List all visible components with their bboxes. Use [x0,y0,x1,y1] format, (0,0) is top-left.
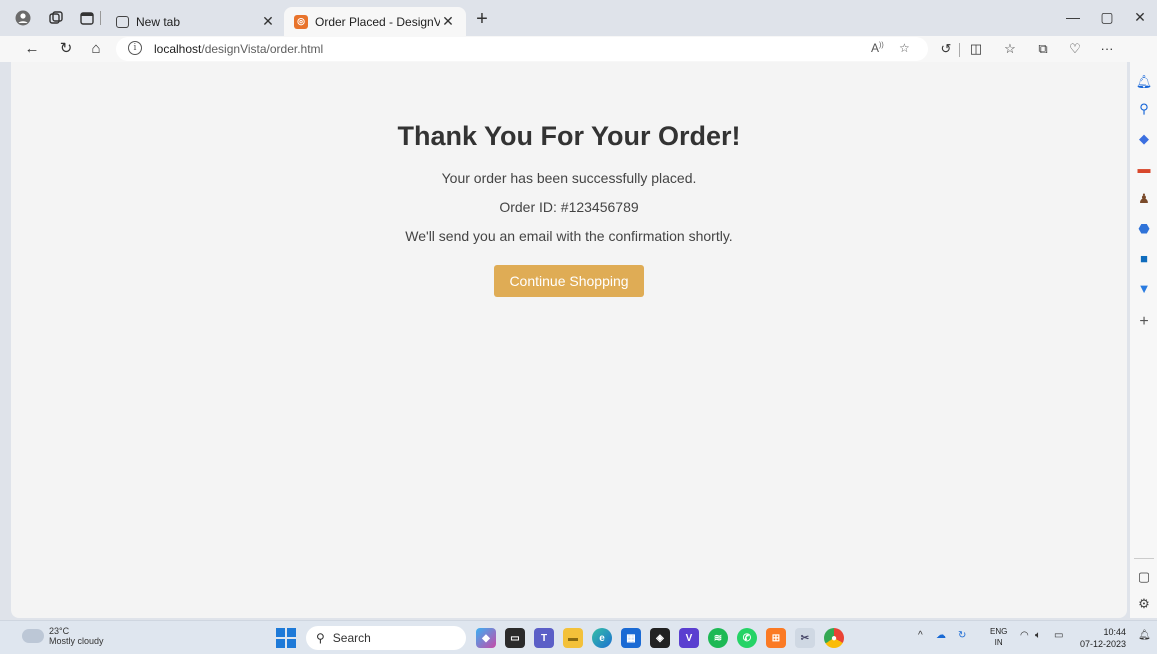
windows-start-icon[interactable] [276,628,296,648]
order-id: Order ID: #123456789 [499,199,639,215]
cloud-icon [19,625,44,643]
performance-icon[interactable]: ↺ [937,40,955,58]
add-icon[interactable]: + [1134,312,1154,332]
success-message: Your order has been successfully placed. [441,170,697,186]
search-label: Search [332,631,371,645]
file-explorer-icon[interactable]: ▬ [563,628,583,648]
onedrive-icon[interactable]: ☁ [936,630,946,641]
clock-date: 07-12-2023 [1080,639,1127,649]
close-icon[interactable]: ✕ [440,13,456,30]
settings-gear-icon[interactable]: ⚙ [1134,594,1154,614]
browser-toolbar: ← ↻ ⌂ i localhost/designVista/order.html… [0,36,1157,62]
close-icon[interactable]: ✕ [260,13,276,30]
xampp-icon[interactable]: ⊞ [766,628,786,648]
show-hidden-icons-icon[interactable]: ^ [918,630,923,641]
profile-icon[interactable] [14,9,32,27]
shopping-tag-icon[interactable]: ◆ [1134,129,1154,149]
region: IN [994,638,1003,647]
volume-icon[interactable]: 🔈︎ [1035,630,1041,641]
refresh-icon[interactable]: ↻ [56,39,76,59]
favorite-star-icon[interactable]: ☆ [899,41,910,55]
taskbar-search[interactable]: ⚲ Search [306,626,466,650]
address-bar[interactable]: i localhost/designVista/order.html A)) ☆ [116,37,928,61]
home-icon[interactable]: ⌂ [86,39,106,59]
tab-new-tab[interactable]: New tab ✕ [106,7,286,36]
back-icon[interactable]: ← [22,39,42,59]
url-host: localhost [154,42,202,56]
microsoft-365-icon[interactable]: ⬣ [1134,219,1154,239]
tools-briefcase-icon[interactable]: ▬ [1134,159,1154,179]
close-window-icon[interactable]: ✕ [1125,9,1155,26]
weather-condition: Mostly cloudy [49,636,104,646]
copilot-app-icon[interactable]: ◆ [476,628,496,648]
email-note: We'll send you an email with the confirm… [405,228,733,244]
minimize-icon[interactable]: — [1058,9,1088,25]
search-icon[interactable]: ⚲ [1134,99,1154,119]
spotify-icon[interactable]: ≋ [708,628,728,648]
hide-sidebar-icon[interactable]: ▢ [1134,567,1154,587]
page-viewport: Thank You For Your Order! Your order has… [11,62,1127,618]
edge-browser-icon[interactable]: e [592,628,612,648]
temperature: 23°C [49,626,70,636]
tab-label: Order Placed - DesignVista [315,14,440,29]
restore-icon[interactable]: ▢ [1092,9,1122,26]
snipping-tool-icon[interactable]: ✂ [795,628,815,648]
newtab-icon [116,15,129,28]
sync-icon[interactable]: ↻ [958,630,966,641]
page-title: Thank You For Your Order! [397,121,741,151]
battery-icon[interactable]: ▭ [1054,630,1063,641]
task-view-icon[interactable]: ▭ [505,628,525,648]
unity-icon[interactable]: ◈ [650,628,670,648]
chrome-icon[interactable]: ● [824,628,844,648]
collections-icon[interactable]: ⧉ [1034,40,1052,58]
language-indicator[interactable]: ENG IN [990,626,1007,648]
games-icon[interactable]: ♟ [1134,189,1154,209]
edge-sidebar: 🔔︎ ⚲ ◆ ▬ ♟ ⬣ ■ ▼ + ▢ ⚙ [1130,36,1157,618]
toolbar-divider [959,43,960,57]
wifi-icon[interactable]: ◠ [1020,630,1029,641]
tab-divider [100,11,101,25]
drop-icon[interactable]: ▼ [1134,279,1154,299]
sidebar-divider [1134,558,1154,559]
tab-order-placed[interactable]: ◎ Order Placed - DesignVista ✕ [284,7,466,36]
windows-taskbar: 23°C Mostly cloudy ⚲ Search ◆ ▭ T ▬ e ▦ … [0,620,1157,654]
visual-studio-icon[interactable]: V [679,628,699,648]
weather-widget[interactable]: 23°C Mostly cloudy [19,625,104,646]
browser-tab-strip: New tab ✕ ◎ Order Placed - DesignVista ✕… [0,0,1157,36]
outlook-icon[interactable]: ■ [1134,249,1154,269]
clock-time: 10:44 [1103,627,1127,637]
favorites-icon[interactable]: ☆ [1001,40,1019,58]
notifications-bell-icon[interactable]: 🔔︎ [1134,72,1154,92]
new-tab-button[interactable]: + [470,8,494,32]
workspaces-icon[interactable] [47,9,65,27]
teams-icon[interactable]: T [534,628,554,648]
url-path: /designVista/order.html [201,42,324,56]
search-icon: ⚲ [316,631,325,645]
split-screen-icon[interactable]: ◫ [967,40,985,58]
read-aloud-icon[interactable]: A)) [871,41,884,55]
more-menu-icon[interactable]: ··· [1098,40,1116,58]
notification-bell-icon[interactable]: 🔔︎ [1138,630,1151,641]
browser-essentials-icon[interactable]: ♡ [1066,40,1084,58]
whatsapp-icon[interactable]: ✆ [737,628,757,648]
continue-shopping-button[interactable]: Continue Shopping [494,265,644,297]
tab-label: New tab [136,14,181,29]
tab-actions-icon[interactable] [78,9,96,27]
site-favicon: ◎ [294,14,308,29]
system-clock[interactable]: 10:44 07-12-2023 [1080,626,1126,650]
site-info-icon[interactable]: i [128,41,142,55]
order-confirmation: Thank You For Your Order! Your order has… [11,62,1127,297]
language: ENG [990,627,1008,636]
store-icon[interactable]: ▦ [621,628,641,648]
